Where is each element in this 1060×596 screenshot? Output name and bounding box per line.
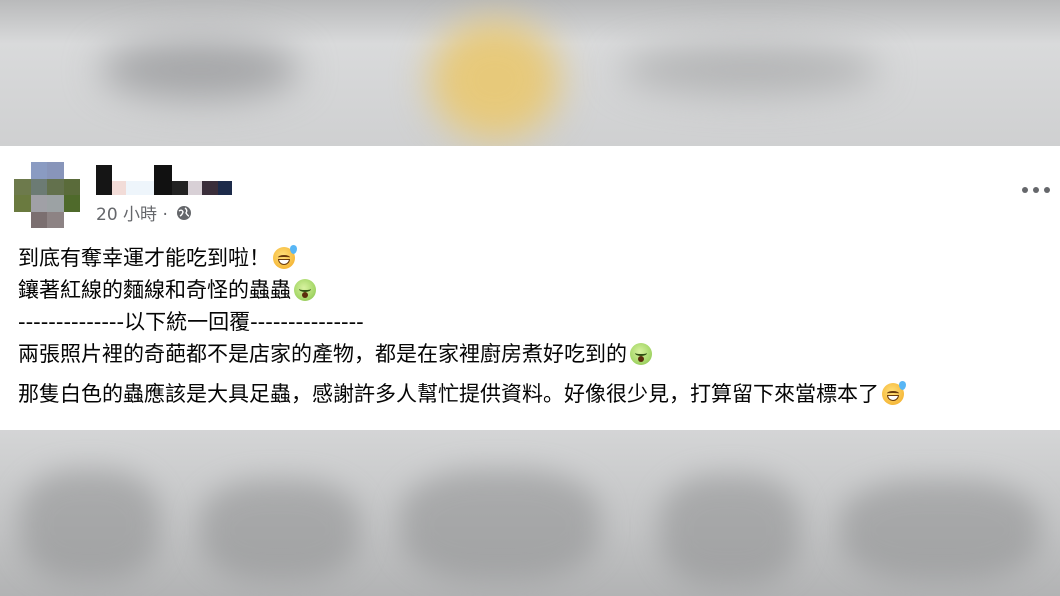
nauseated-emoji-icon <box>630 343 652 365</box>
post-line-5: 那隻白色的蟲應該是大具足蟲，感謝許多人幫忙提供資料。好像很少見，打算留下來當標本… <box>18 378 1050 410</box>
post-meta: 20 小時 · <box>96 200 192 225</box>
globe-icon[interactable] <box>176 205 192 221</box>
post-line-2: 鑲著紅線的麵線和奇怪的蟲蟲 <box>18 274 1050 306</box>
blurred-shape <box>620 45 880 95</box>
post-card: 20 小時 · 到底有奪幸運才能吃到啦！ 鑲著紅線的麵線和奇怪的蟲蟲 -----… <box>0 146 1060 430</box>
blurred-shape <box>200 480 360 580</box>
blurred-shape <box>840 480 1040 580</box>
post-line-4: 兩張照片裡的奇葩都不是店家的產物，都是在家裡廚房煮好吃到的 <box>18 338 1050 370</box>
blurred-shape <box>100 40 300 100</box>
blurred-shape <box>430 20 560 140</box>
grinning-sweat-emoji-icon <box>882 381 906 405</box>
author-name-redacted[interactable] <box>96 163 232 195</box>
nauseated-emoji-icon <box>294 279 316 301</box>
blurred-shape <box>400 470 600 580</box>
post-line-3: --------------以下統一回覆--------------- <box>18 310 364 334</box>
grinning-sweat-emoji-icon <box>273 245 297 269</box>
post-body: 到底有奪幸運才能吃到啦！ 鑲著紅線的麵線和奇怪的蟲蟲 -------------… <box>18 242 1050 410</box>
more-options-icon[interactable] <box>1022 182 1050 198</box>
blurred-background-top <box>0 0 1060 146</box>
post-timestamp[interactable]: 20 小時 · <box>96 200 168 225</box>
blurred-shape <box>660 475 800 585</box>
post-line-1: 到底有奪幸運才能吃到啦！ <box>18 242 1050 274</box>
avatar[interactable] <box>14 162 80 228</box>
blurred-background-bottom <box>0 430 1060 596</box>
blurred-shape <box>20 470 160 580</box>
